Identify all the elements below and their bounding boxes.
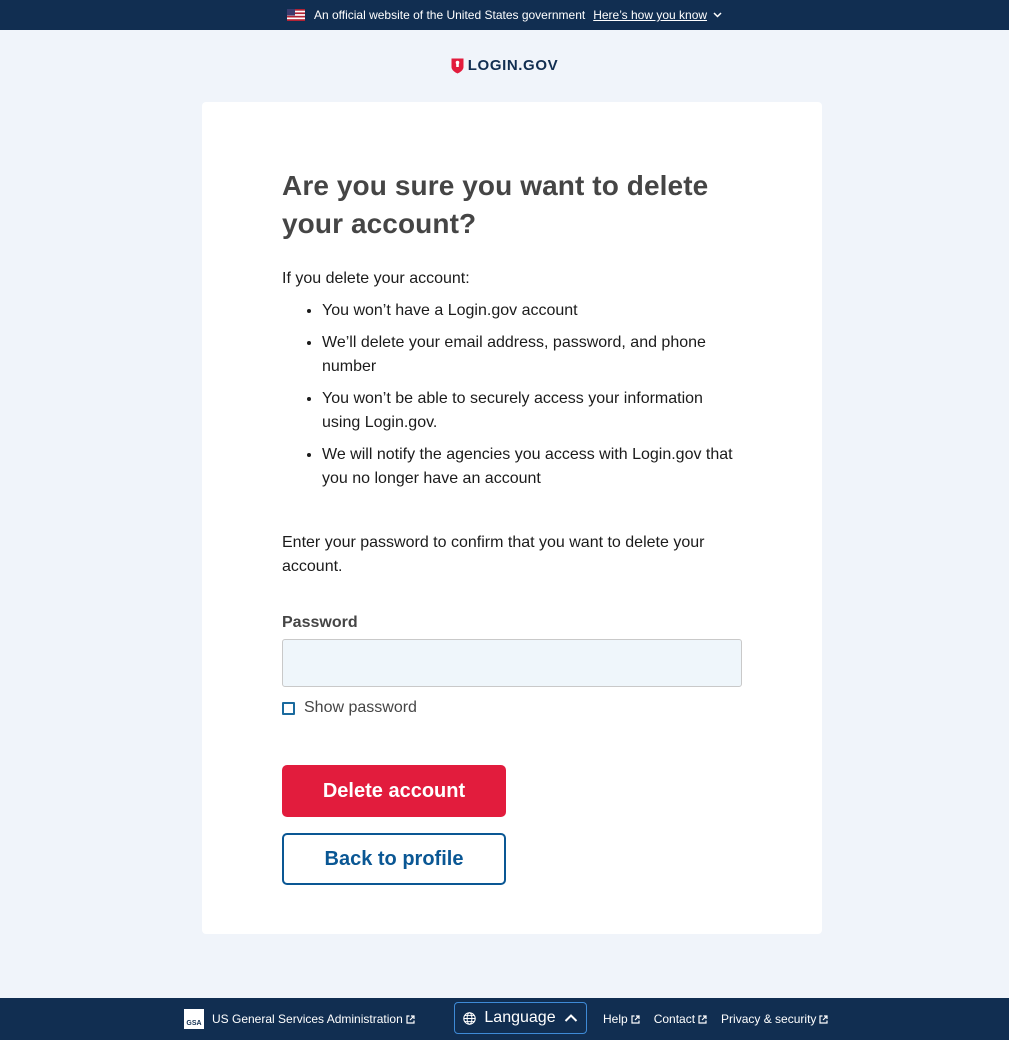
footer-links: Help Contact Privacy & security — [603, 1012, 842, 1026]
gsa-logo-icon: GSA — [184, 1009, 204, 1029]
page-title: Are you sure you want to delete your acc… — [282, 170, 709, 239]
password-field[interactable] — [282, 639, 742, 687]
footer: GSA US General Services Administration L… — [0, 998, 1009, 1040]
globe-icon — [463, 1011, 477, 1025]
logo-text: LOGIN.GOV — [467, 57, 559, 74]
us-flag-icon — [286, 9, 305, 21]
external-link-icon — [819, 1014, 829, 1024]
show-password-label: Show password — [304, 699, 417, 716]
login-gov-logo[interactable]: LOGIN.GOV — [0, 57, 1009, 74]
how-you-know-label: Here’s how you know — [593, 8, 708, 22]
delete-account-card: Are you sure you want to delete your acc… — [202, 102, 822, 934]
gov-banner: An official website of the United States… — [0, 0, 1009, 30]
shield-icon — [451, 58, 464, 73]
help-link[interactable]: Help — [603, 1012, 640, 1026]
contact-link[interactable]: Contact — [654, 1012, 707, 1026]
chevron-up-icon — [564, 1014, 577, 1022]
password-label: Password — [282, 614, 358, 631]
external-link-icon — [406, 1014, 415, 1024]
external-link-icon — [698, 1014, 707, 1024]
official-website-text: An official website of the United States… — [313, 8, 586, 22]
external-link-icon — [631, 1014, 640, 1024]
list-item: You won’t be able to securely access you… — [322, 387, 742, 435]
intro-text: If you delete your account: — [282, 270, 470, 287]
confirm-instructions: Enter your password to confirm that you … — [282, 534, 705, 575]
chevron-down-icon — [713, 12, 722, 18]
delete-account-button[interactable]: Delete account — [282, 765, 506, 817]
gsa-link[interactable]: GSA US General Services Administration — [184, 1009, 415, 1029]
show-password-toggle[interactable]: Show password — [282, 699, 742, 717]
consequences-list: You won’t have a Login.gov account We’ll… — [322, 299, 742, 491]
list-item: We’ll delete your email address, passwor… — [322, 331, 742, 379]
list-item: You won’t have a Login.gov account — [322, 299, 742, 323]
show-password-checkbox[interactable] — [282, 701, 295, 715]
list-item: We will notify the agencies you access w… — [322, 443, 742, 491]
privacy-security-link[interactable]: Privacy & security — [721, 1012, 829, 1026]
language-button[interactable]: Language — [454, 1002, 587, 1034]
language-label: Language — [484, 1009, 556, 1026]
back-to-profile-button[interactable]: Back to profile — [282, 833, 506, 885]
how-you-know-link[interactable]: Here’s how you know — [593, 8, 722, 22]
card-content: Are you sure you want to delete your acc… — [282, 167, 742, 885]
gsa-label: US General Services Administration — [212, 1012, 403, 1026]
